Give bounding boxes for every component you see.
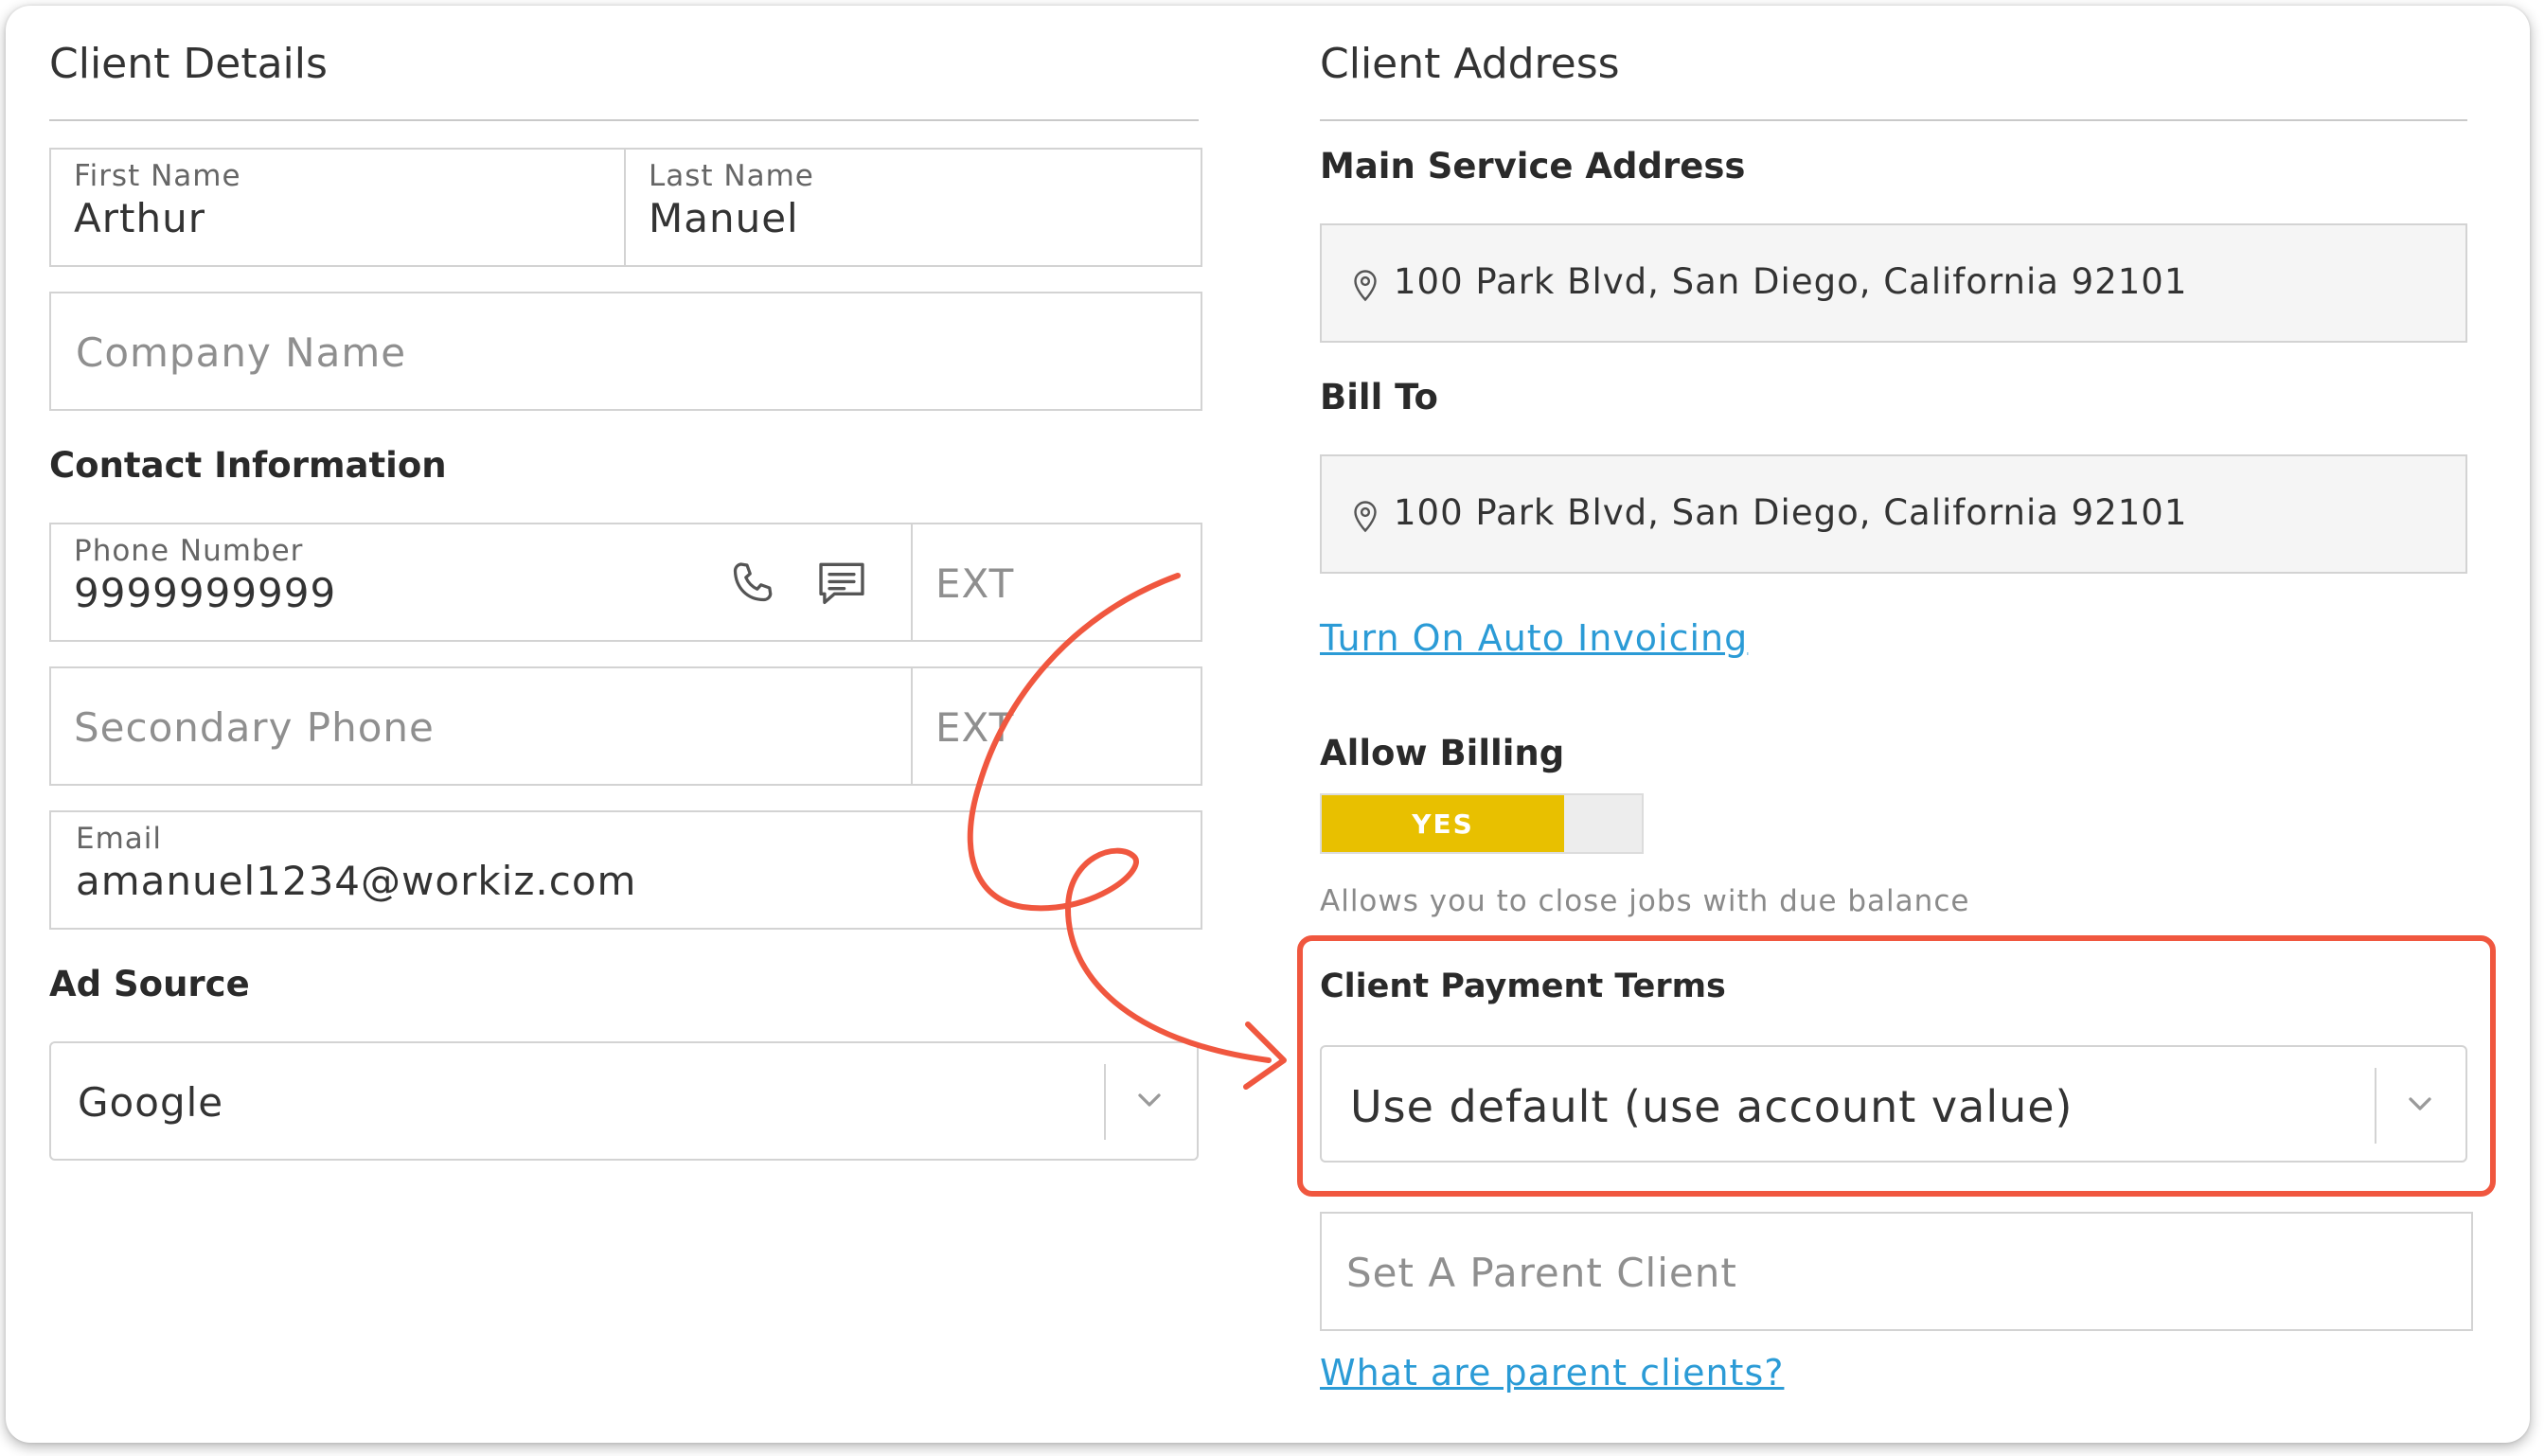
annotation-arrow — [967, 573, 1287, 1090]
